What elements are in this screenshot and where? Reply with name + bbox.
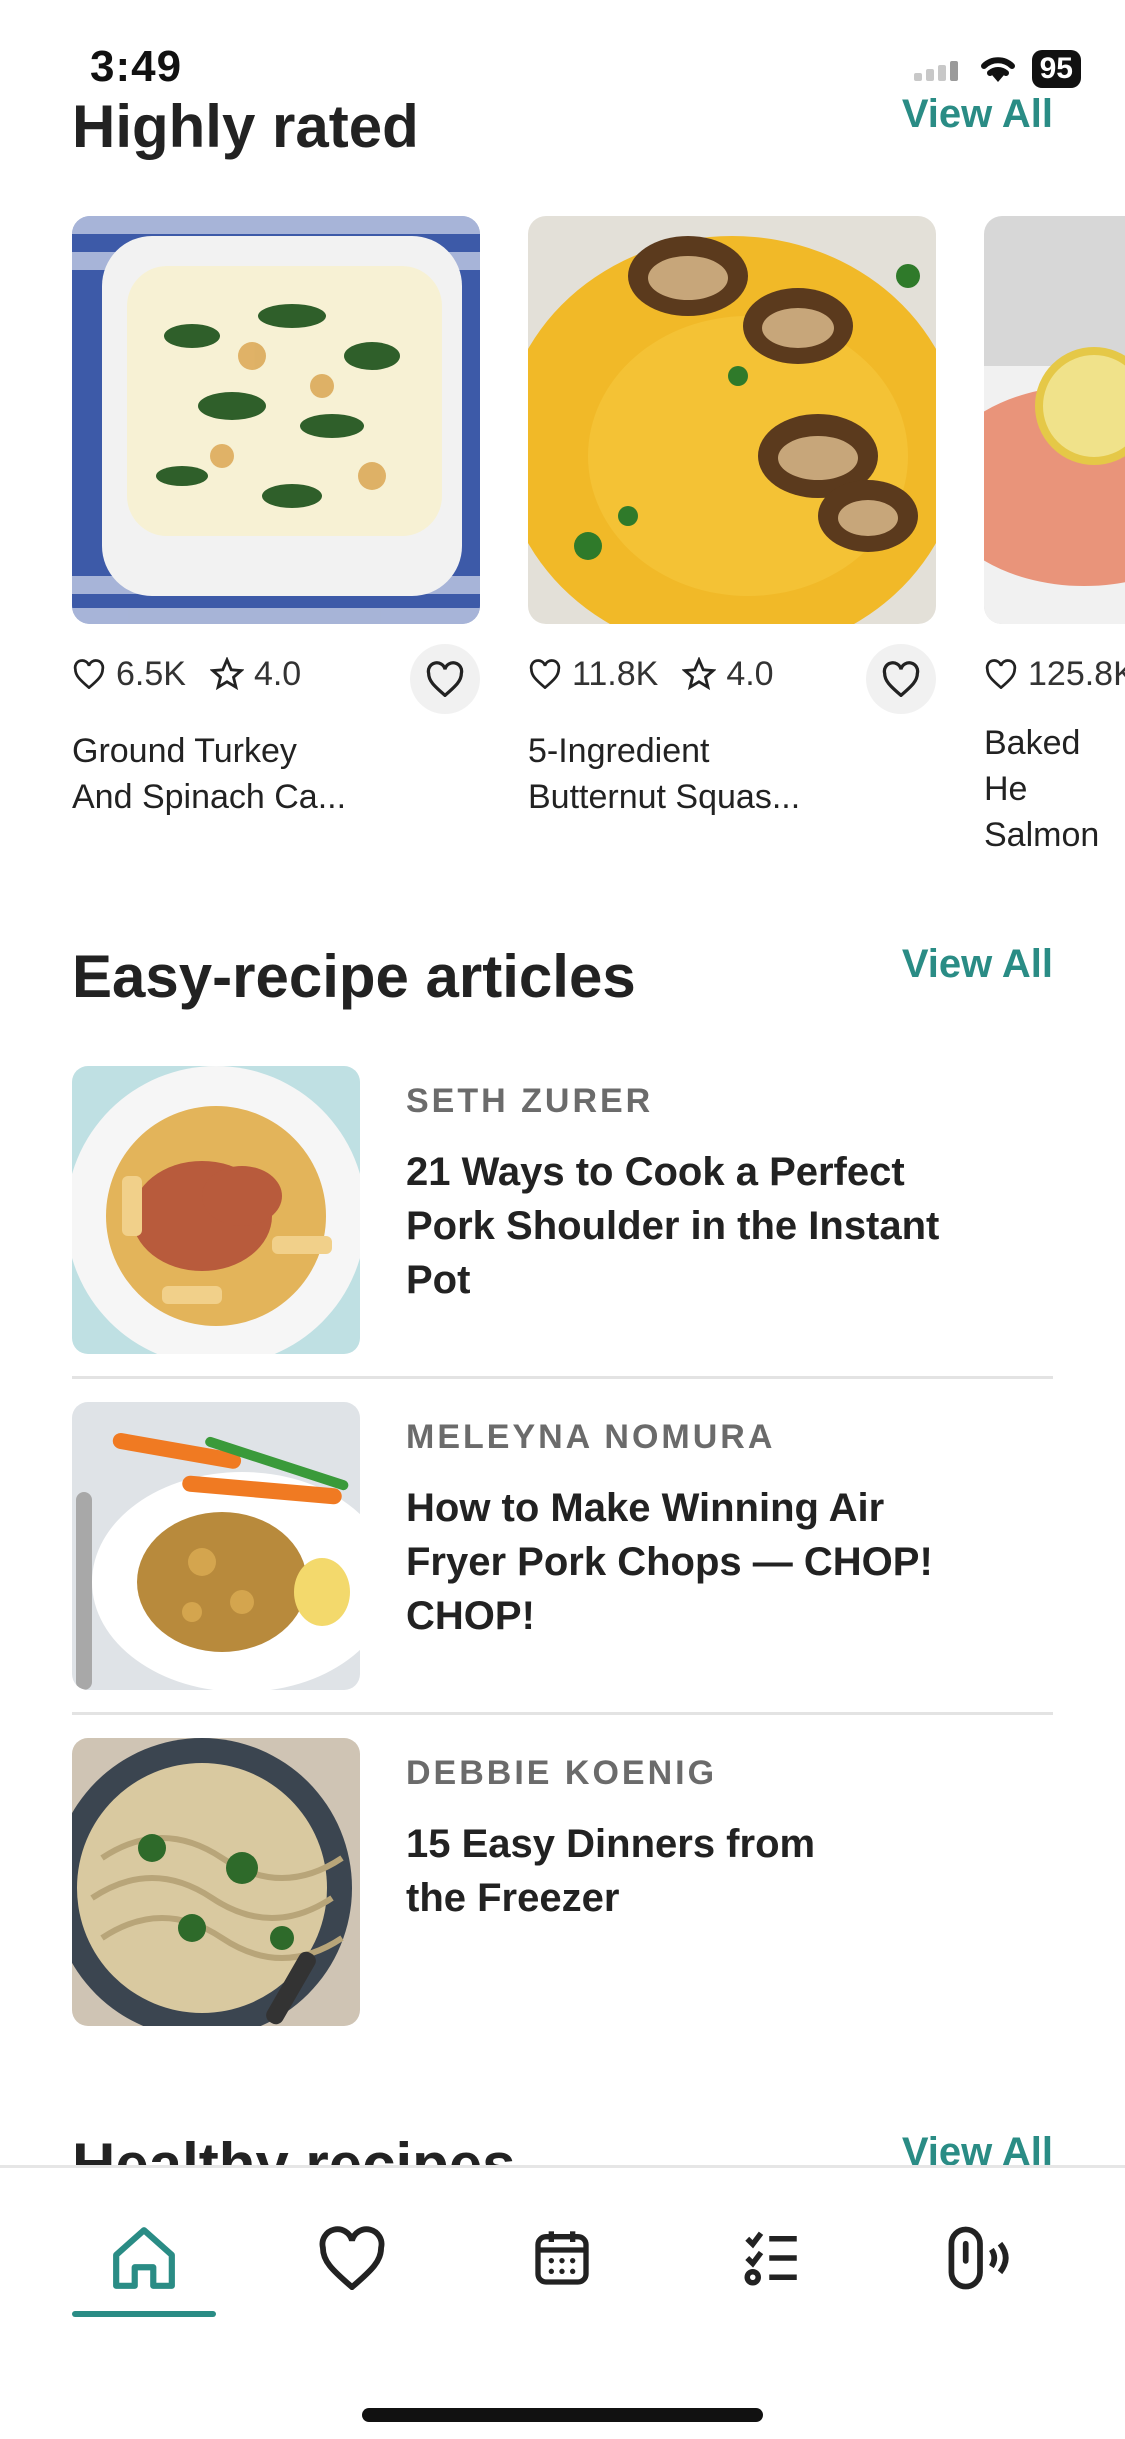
recipe-title[interactable]: Ground Turkey And Spinach Ca... — [72, 728, 480, 820]
recipe-image[interactable] — [984, 216, 1125, 624]
article-headline[interactable]: 15 Easy Dinners from the Freezer — [406, 1817, 815, 1925]
healthy-recipes-view-all[interactable]: View All — [902, 2130, 1053, 2165]
article-item-3[interactable]: DEBBIE KOENIG 15 Easy Dinners from the F… — [72, 1738, 1053, 2026]
articles-title: Easy-recipe articles — [72, 943, 636, 1010]
tab-planner[interactable] — [512, 2208, 612, 2308]
article-thumbnail[interactable] — [72, 1402, 360, 1690]
rating-value: 4.0 — [726, 654, 774, 693]
tab-home[interactable] — [94, 2208, 194, 2308]
likes-count: 11.8K — [572, 654, 659, 693]
calendar-icon — [535, 2231, 589, 2285]
appliance-icon — [948, 2226, 1009, 2290]
article-thumbnail[interactable] — [72, 1066, 360, 1354]
article-headline-line1: 21 Ways to Cook a Perfect — [406, 1150, 905, 1194]
healthy-recipes-title: Healthy recipes — [72, 2131, 516, 2165]
article-headline[interactable]: 21 Ways to Cook a Perfect Pork Shoulder … — [406, 1145, 939, 1307]
recipe-title[interactable]: 5-Ingredient Butternut Squas... — [528, 728, 936, 820]
heart-icon — [319, 2226, 385, 2290]
likes-count: 6.5K — [116, 654, 186, 693]
recipe-title-line2: And Spinach Ca... — [72, 778, 347, 816]
recipe-image[interactable] — [528, 216, 936, 624]
recipe-title-line2: Butternut Squas... — [528, 778, 801, 816]
tab-list[interactable] — [722, 2208, 822, 2308]
status-time: 3:49 — [90, 42, 183, 91]
status-icons: 95 — [912, 50, 1081, 88]
heart-outline-icon — [73, 659, 105, 689]
wifi-icon — [980, 57, 1015, 82]
rating-stat: 4.0 — [682, 654, 774, 694]
article-headline[interactable]: How to Make Winning Air Fryer Pork Chops… — [406, 1481, 933, 1643]
star-outline-icon — [209, 657, 244, 691]
recipe-card-2[interactable]: 11.8K 4.0 5-Ingredient Butternut Squas..… — [528, 216, 936, 820]
favorite-button[interactable] — [866, 644, 936, 714]
rating-value: 4.0 — [253, 654, 302, 693]
article-thumbnail[interactable] — [72, 1738, 360, 2026]
rating-stat: 4.0 — [209, 654, 302, 694]
favorite-button[interactable] — [410, 644, 480, 714]
tab-favorites[interactable] — [302, 2208, 402, 2308]
article-headline-line3: CHOP! — [406, 1594, 535, 1638]
recipe-image[interactable] — [72, 216, 480, 624]
article-headline-line2: Fryer Pork Chops — CHOP! — [406, 1540, 933, 1584]
tab-device[interactable] — [930, 2208, 1030, 2308]
divider — [72, 1376, 1053, 1379]
checklist-icon — [744, 2231, 797, 2286]
recipe-title-line1: Ground Turkey — [72, 732, 297, 770]
recipe-title-line1: 5-Ingredient — [528, 732, 710, 770]
active-tab-indicator — [72, 2311, 216, 2317]
recipe-title-line2: Salmon — [984, 816, 1100, 854]
articles-view-all[interactable]: View All — [902, 942, 1053, 987]
article-author: MELEYNA NOMURA — [406, 1418, 776, 1456]
heart-outline-icon — [529, 659, 561, 689]
divider — [72, 1712, 1053, 1715]
star-outline-icon — [682, 657, 717, 691]
article-headline-line2: Pork Shoulder in the Instant — [406, 1204, 940, 1248]
article-author: SETH ZURER — [406, 1082, 654, 1120]
article-item-2[interactable]: MELEYNA NOMURA How to Make Winning Air F… — [72, 1402, 1053, 1690]
article-headline-line3: Pot — [406, 1258, 471, 1302]
article-headline-line1: 15 Easy Dinners from — [406, 1822, 816, 1866]
article-headline-line2: the Freezer — [406, 1876, 620, 1920]
battery-indicator: 95 — [1031, 50, 1081, 88]
recipe-title[interactable]: Baked He Salmon — [984, 720, 1125, 858]
recipe-card-3[interactable]: 125.8K Baked He Salmon — [984, 216, 1125, 858]
bottom-navigation — [0, 2165, 1125, 2439]
likes-count: 125.8K — [1028, 654, 1125, 693]
article-headline-line1: How to Make Winning Air — [406, 1486, 885, 1530]
home-indicator — [362, 2408, 763, 2422]
heart-icon — [882, 661, 920, 697]
likes-stat: 11.8K — [528, 655, 658, 694]
heart-outline-icon — [985, 659, 1017, 689]
highly-rated-view-all[interactable]: View All — [902, 92, 1053, 137]
recipe-title-line1: Baked He — [984, 724, 1081, 808]
article-item-1[interactable]: SETH ZURER 21 Ways to Cook a Perfect Por… — [72, 1066, 1053, 1354]
article-author: DEBBIE KOENIG — [406, 1754, 718, 1792]
recipe-card-1[interactable]: 6.5K 4.0 Ground Turkey And Spinach Ca... — [72, 216, 480, 820]
heart-icon — [426, 661, 464, 697]
cellular-icon — [913, 61, 958, 81]
likes-stat: 125.8K — [984, 655, 1125, 694]
highly-rated-title: Highly rated — [72, 93, 419, 160]
home-icon — [113, 2227, 175, 2289]
likes-stat: 6.5K — [72, 655, 186, 694]
